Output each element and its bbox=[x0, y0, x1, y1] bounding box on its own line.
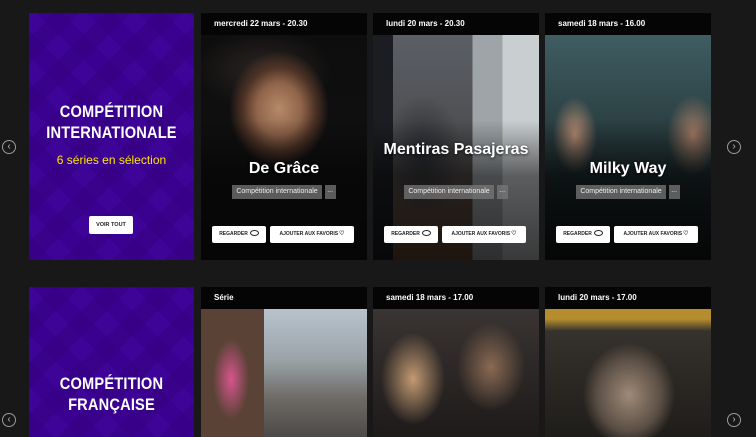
series-title: De Grâce bbox=[248, 160, 320, 177]
watch-label: REGARDER bbox=[219, 231, 248, 237]
heart-icon: ♡ bbox=[683, 231, 689, 237]
card-date: lundi 20 mars - 20.30 bbox=[373, 13, 539, 35]
competition-promo-panel[interactable]: COMPÉTITION INTERNATIONALE 6 séries en s… bbox=[29, 13, 194, 260]
carousel-prev-icon[interactable]: ‹ bbox=[2, 140, 16, 154]
eye-icon bbox=[249, 229, 259, 236]
series-card[interactable]: mercredi 22 mars - 20.30 De Grâce Compét… bbox=[201, 13, 367, 260]
promo-subtitle: 6 séries en sélection bbox=[56, 153, 167, 167]
watch-button[interactable]: REGARDER bbox=[556, 226, 610, 243]
series-card[interactable]: samedi 18 mars - 17.00 bbox=[373, 287, 539, 437]
add-to-favorites-button[interactable]: AJOUTER AUX FAVORIS♡ bbox=[442, 226, 526, 243]
heart-icon: ♡ bbox=[511, 231, 517, 237]
series-title: Mentiras Pasajeras bbox=[383, 141, 529, 158]
watch-label: REGARDER bbox=[563, 231, 592, 237]
eye-icon bbox=[593, 229, 603, 236]
series-thumbnail bbox=[201, 309, 367, 437]
series-title: Milky Way bbox=[589, 160, 667, 177]
eye-icon bbox=[421, 229, 431, 236]
category-tag[interactable]: Compétition internationale bbox=[404, 185, 494, 199]
watch-button[interactable]: REGARDER bbox=[384, 226, 438, 243]
more-tags-button[interactable]: ... bbox=[496, 185, 508, 199]
more-tags-button[interactable]: ... bbox=[668, 185, 680, 199]
watch-button[interactable]: REGARDER bbox=[212, 226, 266, 243]
series-thumbnail bbox=[373, 309, 539, 437]
series-card[interactable]: lundi 20 mars - 17.00 bbox=[545, 287, 711, 437]
card-date: lundi 20 mars - 17.00 bbox=[545, 287, 711, 309]
series-card[interactable]: lundi 20 mars - 20.30 Mentiras Pasajeras… bbox=[373, 13, 539, 260]
favorite-label: AJOUTER AUX FAVORIS bbox=[623, 231, 683, 237]
more-tags-button[interactable]: ... bbox=[324, 185, 336, 199]
add-to-favorites-button[interactable]: AJOUTER AUX FAVORIS♡ bbox=[270, 226, 354, 243]
add-to-favorites-button[interactable]: AJOUTER AUX FAVORIS♡ bbox=[614, 226, 698, 243]
competition-promo-panel[interactable]: COMPÉTITION FRANÇAISE bbox=[29, 287, 194, 437]
watch-label: REGARDER bbox=[391, 231, 420, 237]
series-card[interactable]: samedi 18 mars - 16.00 Milky Way Compéti… bbox=[545, 13, 711, 260]
series-thumbnail bbox=[545, 309, 711, 437]
favorite-label: AJOUTER AUX FAVORIS bbox=[451, 231, 511, 237]
series-card[interactable]: Série bbox=[201, 287, 367, 437]
promo-title: COMPÉTITION FRANÇAISE bbox=[59, 374, 164, 414]
carousel-next-icon[interactable]: › bbox=[727, 140, 741, 154]
heart-icon: ♡ bbox=[339, 231, 345, 237]
category-tag[interactable]: Compétition internationale bbox=[232, 185, 322, 199]
card-date: mercredi 22 mars - 20.30 bbox=[201, 13, 367, 35]
favorite-label: AJOUTER AUX FAVORIS bbox=[279, 231, 339, 237]
card-date: Série bbox=[201, 287, 367, 309]
promo-title: COMPÉTITION INTERNATIONALE bbox=[46, 102, 177, 142]
view-all-button[interactable]: VOIR TOUT bbox=[89, 216, 133, 234]
card-date: samedi 18 mars - 16.00 bbox=[545, 13, 711, 35]
card-date: samedi 18 mars - 17.00 bbox=[373, 287, 539, 309]
category-tag[interactable]: Compétition internationale bbox=[576, 185, 666, 199]
